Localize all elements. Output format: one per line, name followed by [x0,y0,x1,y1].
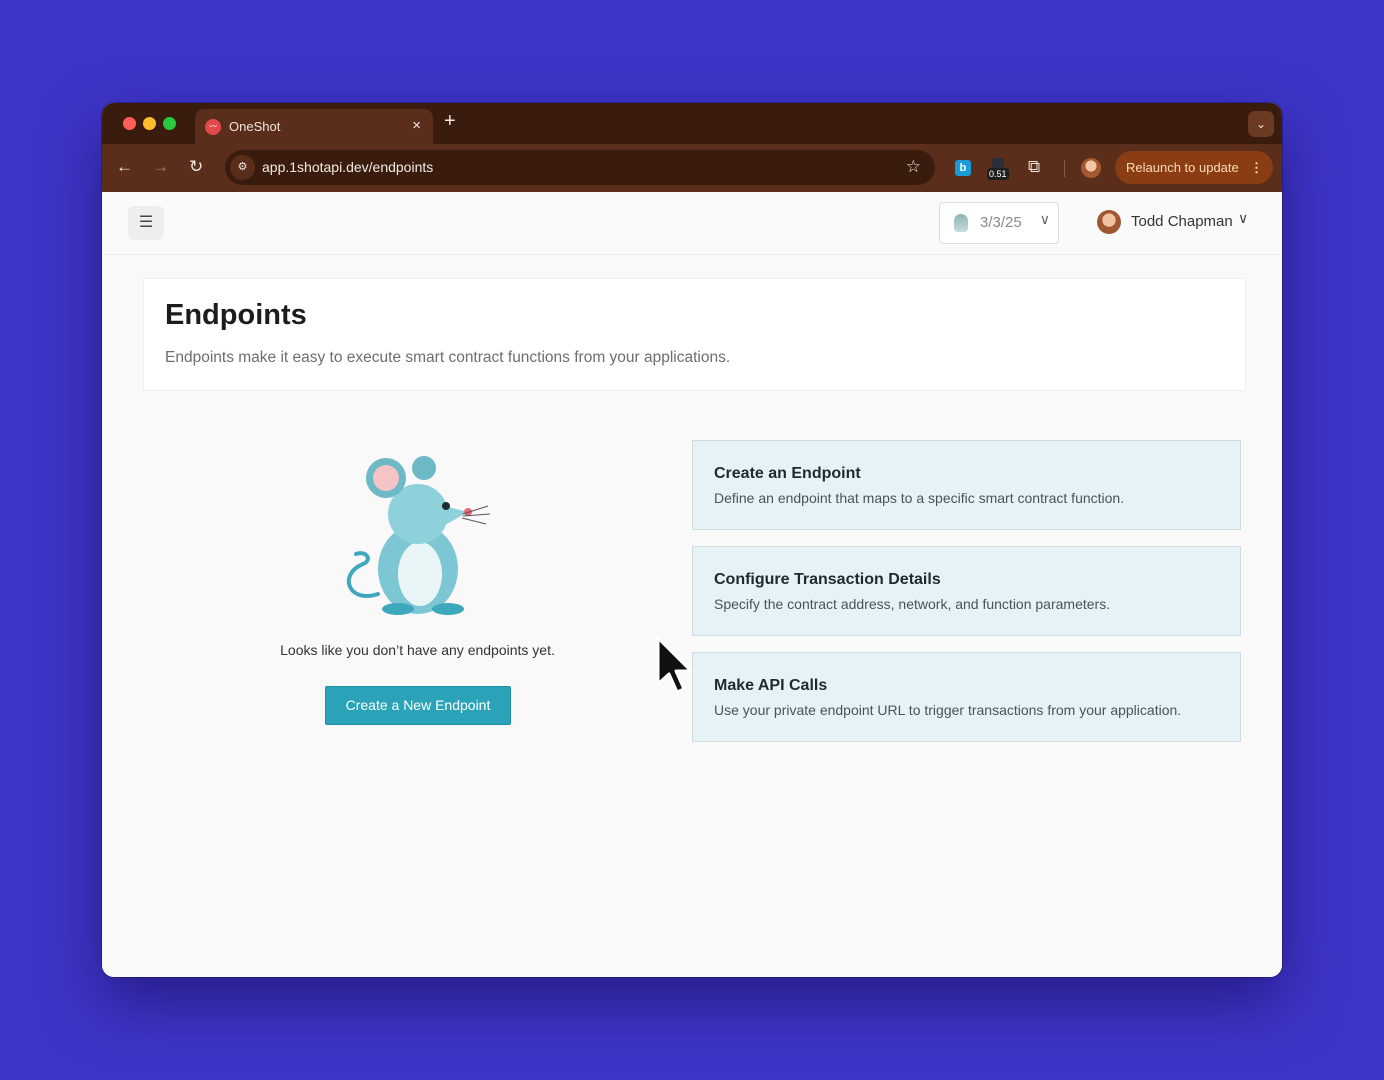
step-title: Create an Endpoint [714,465,861,482]
user-avatar [1097,210,1121,234]
minimize-window-button[interactable] [143,117,156,130]
step-title: Configure Transaction Details [714,571,941,588]
empty-state-message: Looks like you don’t have any endpoints … [280,642,555,658]
date-value: 3/3/25 [980,214,1022,231]
more-menu-icon[interactable]: ⋮ [1250,151,1263,184]
page-header-card: Endpoints Endpoints make it easy to exec… [143,278,1246,391]
user-name: Todd Chapman [1131,213,1233,230]
step-card-make-api-calls: Make API Calls Use your private endpoint… [692,652,1241,742]
close-window-button[interactable] [123,117,136,130]
app-topbar: ☰ 3/3/25 ∨ Todd Chapman ∨ [102,192,1282,255]
browser-window: 〰 OneShot × + ⌄ ← → ↻ ⚙ app.1shotapi.dev… [102,103,1282,977]
address-bar[interactable]: ⚙ app.1shotapi.dev/endpoints ☆ [225,150,935,185]
forward-button[interactable]: → [152,157,169,177]
site-info-icon[interactable]: ⚙ [230,155,255,180]
relaunch-label: Relaunch to update [1126,160,1239,175]
profile-avatar[interactable] [1081,158,1101,178]
tab-search-button[interactable]: ⌄ [1248,111,1274,137]
step-card-create-endpoint: Create an Endpoint Define an endpoint th… [692,440,1241,530]
create-endpoint-button[interactable]: Create a New Endpoint [325,686,511,725]
chevron-down-icon: ∨ [1238,210,1249,226]
page-subtitle: Endpoints make it easy to execute smart … [165,349,731,366]
extensions-puzzle-icon[interactable]: ⧉ [1028,157,1040,177]
meter-icon [992,158,1004,168]
step-description: Define an endpoint that maps to a specif… [714,490,1125,506]
step-description: Use your private endpoint URL to trigger… [714,702,1182,718]
new-tab-button[interactable]: + [444,111,456,131]
bookmark-star-icon[interactable]: ☆ [906,157,921,177]
chevron-down-icon: ∨ [1039,211,1050,227]
tab-strip: 〰 OneShot × + ⌄ [102,103,1282,144]
zoom-window-button[interactable] [163,117,176,130]
meter-extension-icon[interactable]: 0.51 [987,158,1011,180]
user-menu[interactable]: Todd Chapman ∨ [1097,210,1257,236]
reload-button[interactable]: ↻ [189,157,203,177]
step-title: Make API Calls [714,677,828,694]
mouse-cursor-icon [656,636,693,694]
bitwarden-extension-icon[interactable]: b [955,160,971,176]
sidebar-toggle-icon[interactable]: ☰ [128,206,164,240]
page-title: Endpoints [165,299,307,331]
step-description: Specify the contract address, network, a… [714,596,1111,612]
toolbar-divider [1064,160,1065,177]
tab-close-icon[interactable]: × [412,117,421,134]
tab-title: OneShot [229,119,281,134]
date-selector[interactable]: 3/3/25 ∨ [939,202,1059,244]
back-button[interactable]: ← [116,157,133,177]
extension-badge: 0.51 [987,168,1009,180]
url-text[interactable]: app.1shotapi.dev/endpoints [262,159,433,175]
relaunch-button[interactable]: Relaunch to update ⋮ [1115,151,1273,184]
bottle-icon [954,214,968,232]
tab-oneshot[interactable]: 〰 OneShot × [195,109,433,144]
oneshot-favicon-icon: 〰 [205,119,221,135]
browser-toolbar: ← → ↻ ⚙ app.1shotapi.dev/endpoints ☆ b 0… [102,144,1282,192]
mouse-illustration [346,456,491,615]
step-card-configure-transaction: Configure Transaction Details Specify th… [692,546,1241,636]
app-page: ☰ 3/3/25 ∨ Todd Chapman ∨ Endpoints Endp… [102,192,1282,977]
